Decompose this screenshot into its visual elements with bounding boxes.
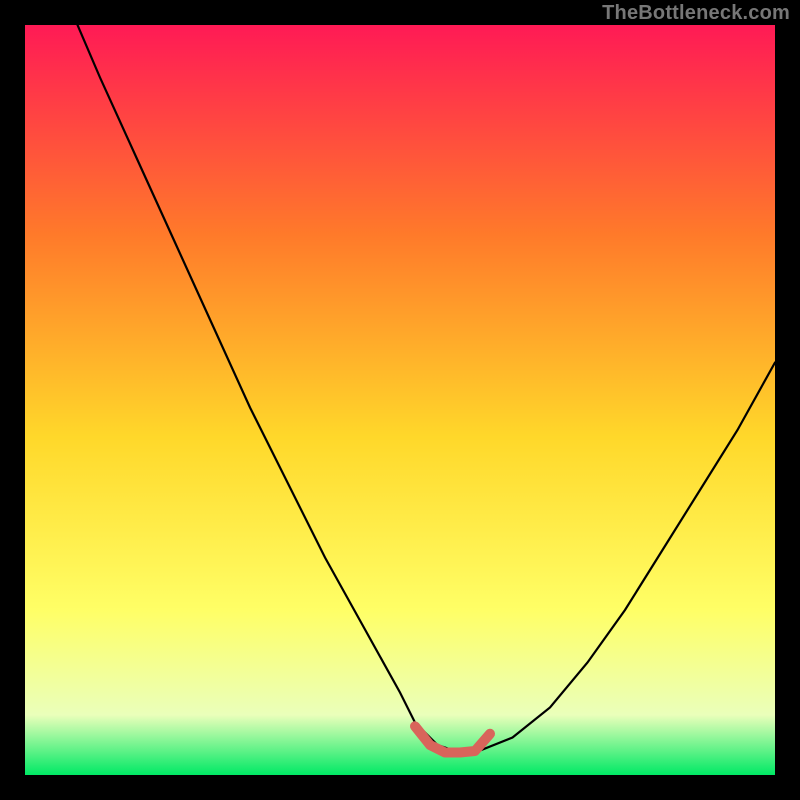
curve-layer xyxy=(25,25,775,775)
watermark-text: TheBottleneck.com xyxy=(602,2,790,25)
bottleneck-curve xyxy=(78,25,776,753)
optimal-band-marker xyxy=(415,726,490,752)
chart-frame: TheBottleneck.com xyxy=(0,0,800,800)
plot-area xyxy=(25,25,775,775)
